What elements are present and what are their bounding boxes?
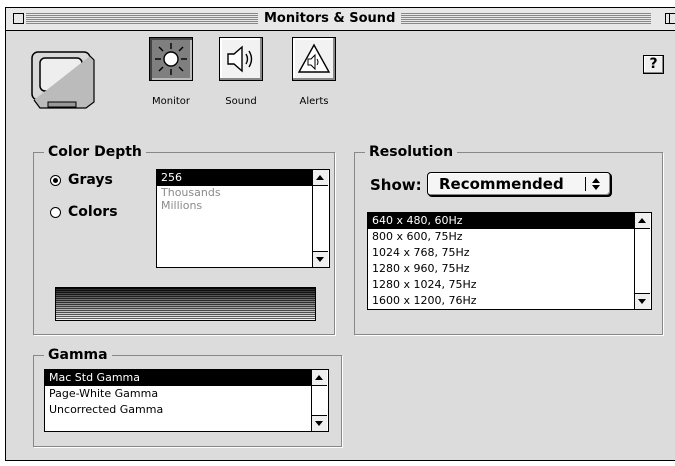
monitor-button-label: Monitor <box>151 96 190 107</box>
resolution-list[interactable]: 640 x 480, 60Hz 800 x 600, 75Hz 1024 x 7… <box>367 212 652 310</box>
gray-ramp-preview <box>55 287 316 321</box>
show-popup-value: Recommended <box>439 175 564 193</box>
radio-dot[interactable] <box>50 206 61 218</box>
list-item[interactable]: 1600 x 1200, 76Hz <box>368 293 635 309</box>
colors-radio-label: Colors <box>68 204 118 220</box>
speaker-icon <box>227 45 253 73</box>
list-item[interactable]: Uncorrected Gamma <box>45 402 312 418</box>
list-item[interactable]: 800 x 600, 75Hz <box>368 229 635 245</box>
window-title: Monitors & Sound <box>258 10 402 27</box>
alerts-button-label: Alerts <box>299 96 329 107</box>
title-bar[interactable]: Monitors & Sound <box>6 8 675 31</box>
resolution-title: Resolution <box>365 144 458 160</box>
color-depth-list[interactable]: 256 Thousands Millions <box>156 169 330 268</box>
scroll-down-arrow-icon[interactable] <box>313 251 328 267</box>
gamma-title: Gamma <box>44 347 112 363</box>
list-item[interactable]: 640 x 480, 60Hz <box>368 213 635 229</box>
color-depth-title: Color Depth <box>44 144 146 160</box>
scroll-up-arrow-icon[interactable] <box>635 213 650 229</box>
grays-radio-label: Grays <box>68 172 113 188</box>
list-item[interactable]: Thousands <box>157 186 313 199</box>
list-item[interactable]: Millions <box>157 199 313 212</box>
gamma-scrollbar[interactable] <box>311 370 328 431</box>
color-depth-scrollbar[interactable] <box>312 170 329 267</box>
zoom-box[interactable] <box>665 13 675 24</box>
list-item[interactable]: 1280 x 960, 75Hz <box>368 261 635 277</box>
alerts-button[interactable] <box>292 37 336 81</box>
monitor-panel-icon <box>31 51 95 109</box>
list-item[interactable]: 1024 x 768, 75Hz <box>368 245 635 261</box>
sun-icon <box>155 43 187 75</box>
show-label: Show: <box>370 176 422 194</box>
help-button[interactable]: ? <box>643 55 664 74</box>
show-popup-menu[interactable]: Recommended <box>427 172 611 196</box>
monitor-button[interactable] <box>149 37 193 81</box>
radio-dot-checked[interactable] <box>50 174 61 186</box>
list-item[interactable]: Page-White Gamma <box>45 386 312 402</box>
sound-button[interactable] <box>219 37 263 81</box>
grays-radio[interactable]: Grays <box>50 172 113 188</box>
resolution-scrollbar[interactable] <box>634 213 651 309</box>
popup-arrows-icon <box>585 177 604 191</box>
scroll-down-arrow-icon[interactable] <box>635 293 650 309</box>
sound-button-label: Sound <box>225 96 257 107</box>
gamma-list[interactable]: Mac Std Gamma Page-White Gamma Uncorrect… <box>44 369 329 432</box>
scroll-up-arrow-icon[interactable] <box>312 370 327 386</box>
close-box[interactable] <box>13 13 24 24</box>
scroll-down-arrow-icon[interactable] <box>312 415 327 431</box>
alert-triangle-icon <box>297 43 331 73</box>
list-item[interactable]: 256 <box>157 170 313 186</box>
list-item[interactable]: Mac Std Gamma <box>45 370 312 386</box>
scroll-up-arrow-icon[interactable] <box>313 170 328 186</box>
list-item[interactable]: 1280 x 1024, 75Hz <box>368 277 635 293</box>
colors-radio[interactable]: Colors <box>50 204 118 220</box>
